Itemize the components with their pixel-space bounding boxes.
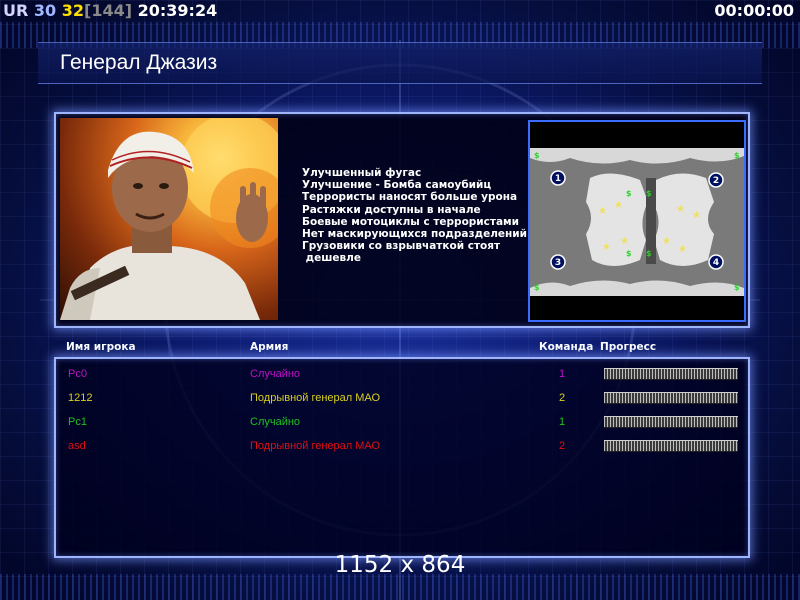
column-header-army: Армия xyxy=(250,341,289,353)
player-name: 1212 xyxy=(68,392,93,404)
svg-text:★: ★ xyxy=(598,206,607,217)
svg-text:★: ★ xyxy=(692,210,701,221)
description-line: Растяжки доступны в начале xyxy=(302,203,481,216)
map-preview[interactable]: ★ ★ ★ ★ ★ ★ ★ ★ $ $ $ $ $ $ $ $ 1 2 3 4 xyxy=(528,120,746,322)
hud-timer: 00:00:00 xyxy=(714,1,794,20)
description-line: Грузовики со взрывчаткой стоят xyxy=(302,240,501,253)
player-progress-bar xyxy=(604,392,738,404)
description-line: Улучшенный фугас xyxy=(302,167,422,179)
map-preview-image: ★ ★ ★ ★ ★ ★ ★ ★ $ $ $ $ $ $ $ $ 1 2 3 4 xyxy=(530,122,744,320)
table-row[interactable]: 1212 Подрывной генерал МАО 2 xyxy=(56,388,748,410)
supply-marker: $ xyxy=(626,189,632,198)
player-progress-bar xyxy=(604,416,738,428)
player-team: 2 xyxy=(559,440,566,452)
start-position-3: 3 xyxy=(555,258,561,268)
debug-hud: UR 30 32[144] 20:39:24 00:00:00 xyxy=(0,0,800,22)
hud-count: 32 xyxy=(61,1,84,20)
hud-bracket: [144] xyxy=(84,1,133,20)
supply-marker: $ xyxy=(534,151,540,160)
player-progress-bar xyxy=(604,368,738,380)
hud-clock: 20:39:24 xyxy=(137,1,218,20)
description-line: Террористы наносят больше урона xyxy=(302,191,518,204)
supply-marker: $ xyxy=(646,249,652,258)
resolution-label: 1152 x 864 xyxy=(334,552,466,578)
description-line: дешевле xyxy=(302,252,361,265)
player-name: asd xyxy=(68,440,86,452)
description-line: Боевые мотоциклы с террористами xyxy=(302,215,519,228)
hud-ur: UR xyxy=(3,1,29,20)
player-team: 1 xyxy=(559,368,566,380)
supply-marker: $ xyxy=(626,249,632,258)
general-description: Улучшенный фугас Улучшение - Бомба самоу… xyxy=(302,167,532,265)
description-line: Нет маскирующихся подразделений xyxy=(302,228,527,241)
player-army: Случайно xyxy=(250,416,301,428)
start-position-1: 1 xyxy=(555,174,561,184)
general-info-panel: Улучшенный фугас Улучшение - Бомба самоу… xyxy=(54,112,750,328)
player-team: 2 xyxy=(559,392,566,404)
supply-marker: $ xyxy=(534,283,540,292)
general-portrait xyxy=(60,118,278,320)
player-army: Случайно xyxy=(250,368,301,380)
supply-marker: $ xyxy=(734,283,740,292)
column-header-team: Команда xyxy=(539,341,594,353)
supply-marker: $ xyxy=(734,151,740,160)
svg-text:★: ★ xyxy=(614,200,623,211)
svg-text:★: ★ xyxy=(678,244,687,255)
table-row[interactable]: asd Подрывной генерал МАО 2 xyxy=(56,436,748,458)
player-progress-bar xyxy=(604,440,738,452)
svg-text:★: ★ xyxy=(662,236,671,247)
svg-text:★: ★ xyxy=(602,242,611,253)
description-line: Улучшение - Бомба самоубийц xyxy=(302,179,492,192)
player-army: Подрывной генерал МАО xyxy=(250,392,381,404)
player-name: Pc0 xyxy=(68,368,87,380)
page-title: Генерал Джазиз xyxy=(60,51,218,74)
svg-text:★: ★ xyxy=(620,236,629,247)
table-row[interactable]: Pc1 Случайно 1 xyxy=(56,412,748,434)
player-team: 1 xyxy=(559,416,566,428)
title-bar: Генерал Джазиз xyxy=(38,42,762,84)
start-position-2: 2 xyxy=(713,176,719,186)
column-header-player: Имя игрока xyxy=(66,341,136,353)
hud-fps: 30 xyxy=(33,1,57,20)
start-position-4: 4 xyxy=(713,258,719,268)
portrait-illustration xyxy=(60,118,278,320)
svg-text:★: ★ xyxy=(676,204,685,215)
player-name: Pc1 xyxy=(68,416,87,428)
column-header-progress: Прогресс xyxy=(600,341,657,353)
player-table: Pc0 Случайно 1 1212 Подрывной генерал МА… xyxy=(54,357,750,558)
player-army: Подрывной генерал МАО xyxy=(250,440,381,452)
supply-marker: $ xyxy=(646,189,652,198)
table-row[interactable]: Pc0 Случайно 1 xyxy=(56,364,748,386)
